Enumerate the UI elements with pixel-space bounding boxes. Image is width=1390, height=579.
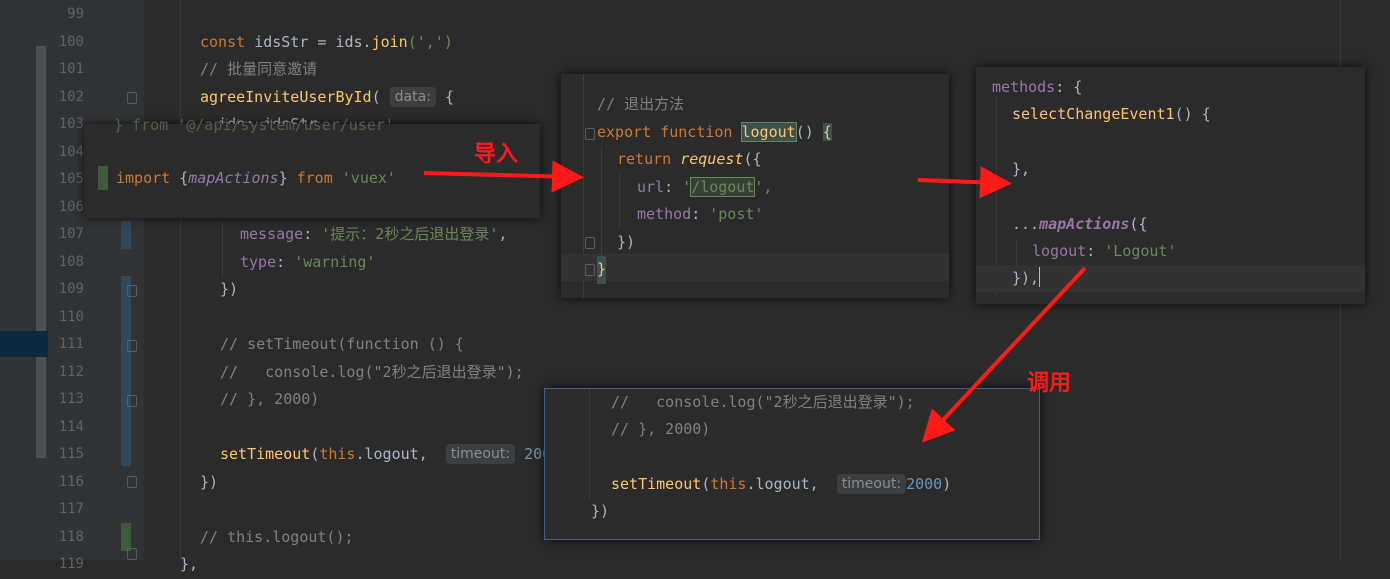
annotation-arrows	[423, 160, 1087, 443]
call-arrow	[921, 266, 1087, 443]
methods-arrow	[917, 166, 1012, 199]
import-arrow	[423, 160, 584, 193]
